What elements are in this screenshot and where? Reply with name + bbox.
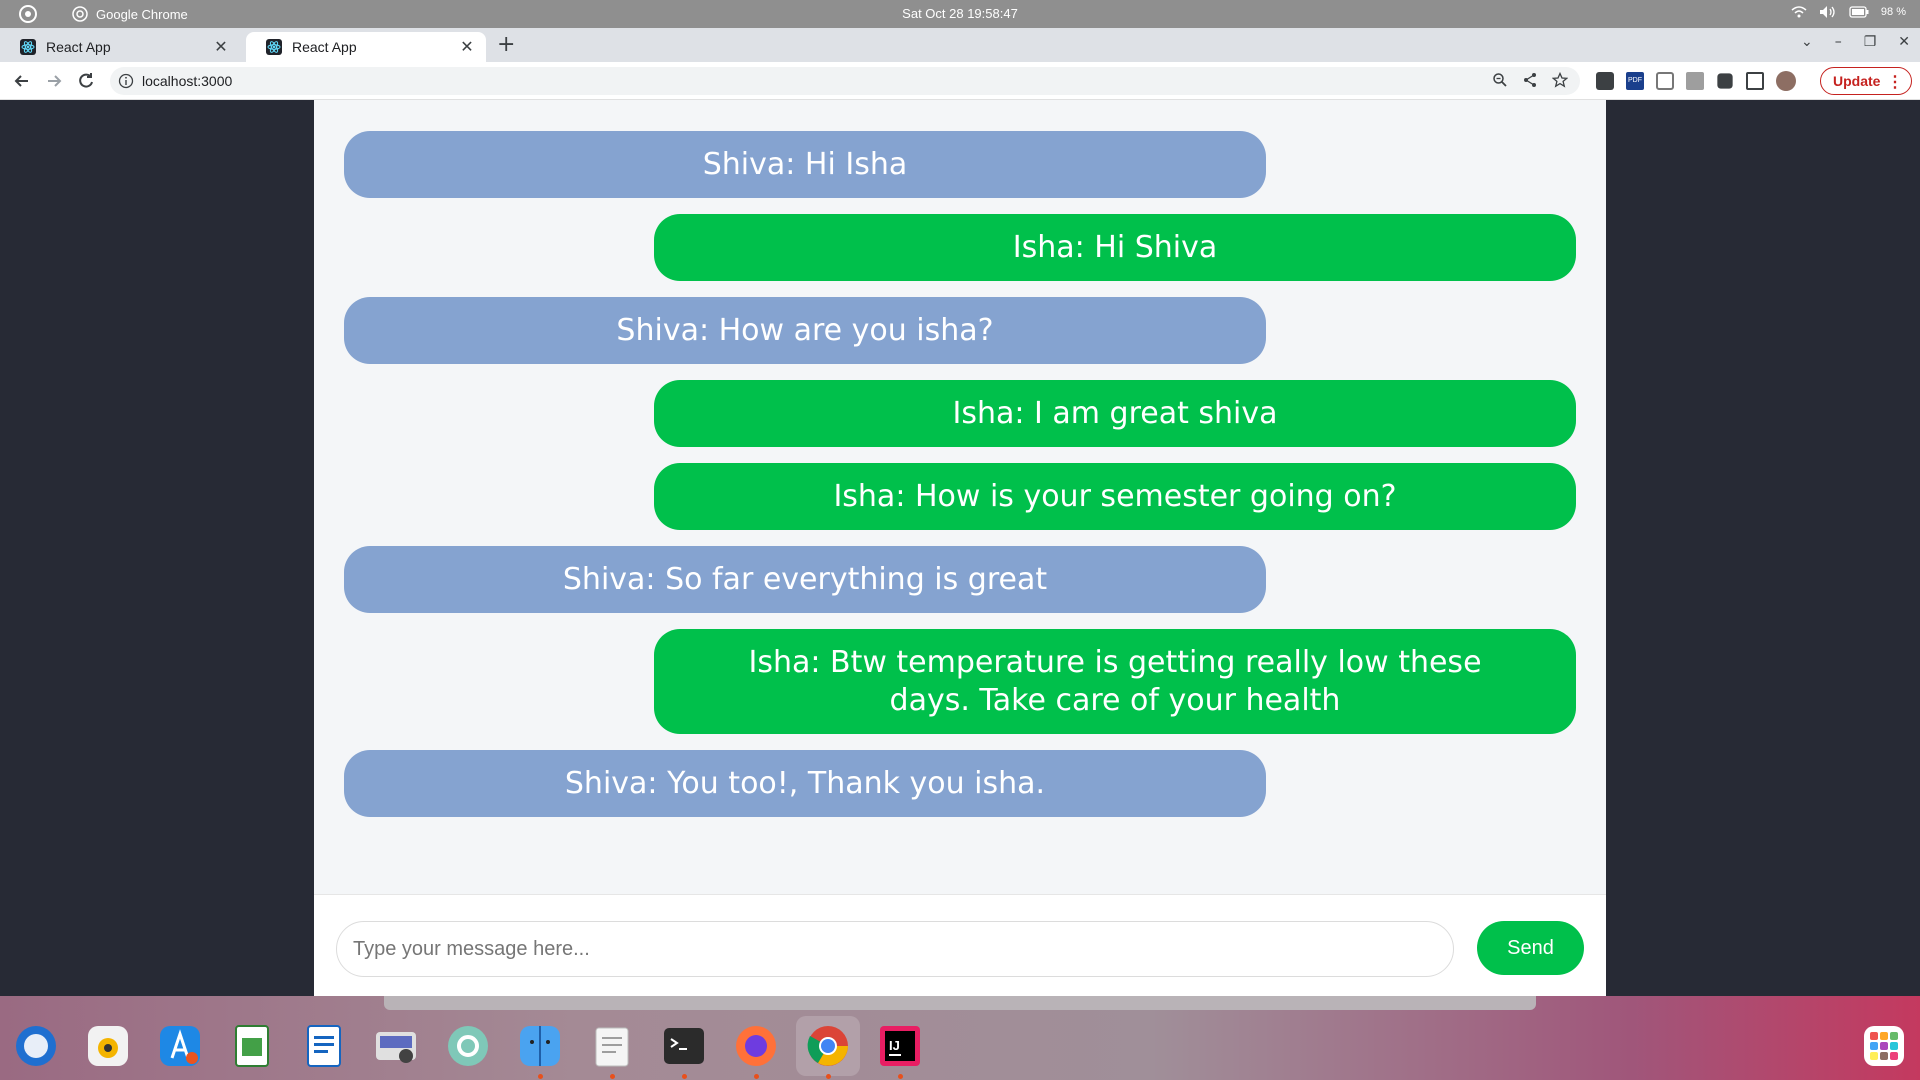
browser-tab-strip: React App ✕ React App ✕ + ⌄ – ❐ ✕ [0, 28, 1920, 62]
bookmark-star-icon[interactable] [1552, 72, 1568, 88]
app-center-icon[interactable] [156, 1022, 204, 1070]
svg-text:IJ: IJ [889, 1038, 900, 1053]
back-icon[interactable] [12, 71, 32, 91]
url-text: localhost:3000 [142, 73, 233, 89]
tab-title: React App [292, 39, 357, 55]
running-indicator [898, 1074, 903, 1079]
firefox-icon[interactable] [732, 1022, 780, 1070]
more-menu-icon[interactable]: ⋮ [1887, 72, 1903, 92]
update-button[interactable]: Update ⋮ [1820, 67, 1912, 95]
finder-icon[interactable] [516, 1022, 564, 1070]
send-button[interactable]: Send [1477, 921, 1584, 975]
screenshot-icon[interactable] [372, 1022, 420, 1070]
tab-title: React App [46, 39, 111, 55]
react-favicon-icon [266, 39, 282, 55]
edit-extension-icon[interactable] [1686, 72, 1704, 90]
system-clock[interactable]: Sat Oct 28 19:58:47 [0, 6, 1920, 21]
message-bubble-shiva: Shiva: Hi Isha [344, 131, 1266, 198]
forward-icon[interactable] [44, 71, 64, 91]
message-bubble-shiva: Shiva: How are you isha? [344, 297, 1266, 364]
restore-icon[interactable]: ❐ [1864, 34, 1877, 50]
message-list[interactable]: Shiva: Hi Isha Isha: Hi Shiva Shiva: How… [314, 100, 1606, 894]
running-indicator [754, 1074, 759, 1079]
zoom-icon[interactable] [1492, 72, 1508, 88]
camera-icon[interactable] [1656, 72, 1674, 90]
system-tray[interactable]: 98 % [1791, 5, 1906, 19]
minimize-icon[interactable]: – [1835, 34, 1842, 50]
side-panel-icon[interactable] [1746, 72, 1764, 90]
message-bubble-isha: Isha: I am great shiva [654, 380, 1576, 447]
running-indicator [682, 1074, 687, 1079]
battery-icon [1849, 6, 1869, 18]
tab-close-icon[interactable]: ✕ [458, 37, 476, 57]
extensions-puzzle-icon[interactable] [1717, 73, 1733, 89]
extensions-bar: PDF [1596, 71, 1796, 91]
tab-close-icon[interactable]: ✕ [212, 37, 230, 57]
wifi-icon [1791, 6, 1807, 18]
address-bar[interactable]: localhost:3000 [110, 67, 1580, 95]
message-bubble-shiva: Shiva: You too!, Thank you isha. [344, 750, 1266, 817]
thunderbird-icon[interactable] [12, 1022, 60, 1070]
browser-toolbar: localhost:3000 PDF Update ⋮ [0, 62, 1920, 100]
react-favicon-icon [20, 39, 36, 55]
window-controls: ⌄ – ❐ ✕ [1801, 34, 1910, 50]
running-indicator [538, 1074, 543, 1079]
chat-window: Shiva: Hi Isha Isha: Hi Shiva Shiva: How… [314, 100, 1606, 996]
volume-icon [1819, 6, 1835, 18]
intellij-icon[interactable]: IJ [876, 1022, 924, 1070]
omnibox-actions [1492, 72, 1568, 88]
extension-icon[interactable] [1596, 72, 1614, 90]
text-editor-icon[interactable] [588, 1022, 636, 1070]
running-indicator [610, 1074, 615, 1079]
tab-react-app-2[interactable]: React App ✕ [246, 32, 486, 62]
close-window-icon[interactable]: ✕ [1898, 34, 1910, 50]
document-viewer-icon[interactable] [300, 1022, 348, 1070]
horizontal-scrollbar[interactable] [384, 996, 1536, 1010]
profile-avatar[interactable] [1776, 71, 1796, 91]
message-bubble-isha: Isha: How is your semester going on? [654, 463, 1576, 530]
update-label: Update [1833, 73, 1881, 89]
message-bubble-shiva: Shiva: So far everything is great [344, 546, 1266, 613]
site-info-icon[interactable] [118, 73, 134, 89]
dock: IJ [0, 996, 1920, 1080]
message-bubble-isha: Isha: Hi Shiva [654, 214, 1576, 281]
terminal-icon[interactable] [660, 1022, 708, 1070]
message-bubble-isha: Isha: Btw temperature is getting really … [654, 629, 1576, 734]
help-icon[interactable] [444, 1022, 492, 1070]
page-viewport: Shiva: Hi Isha Isha: Hi Shiva Shiva: How… [0, 100, 1920, 996]
tab-search-icon[interactable]: ⌄ [1801, 34, 1813, 50]
battery-percent: 98 % [1880, 6, 1906, 18]
message-input[interactable] [336, 921, 1454, 977]
rhythmbox-icon[interactable] [84, 1022, 132, 1070]
running-indicator [826, 1074, 831, 1079]
message-composer: Send [314, 894, 1606, 996]
pdf-extension-icon[interactable]: PDF [1626, 72, 1644, 90]
reload-icon[interactable] [76, 71, 96, 91]
chrome-icon[interactable] [804, 1022, 852, 1070]
spreadsheet-icon[interactable] [228, 1022, 276, 1070]
system-top-bar: Google Chrome Sat Oct 28 19:58:47 98 % [0, 0, 1920, 28]
tab-react-app-1[interactable]: React App ✕ [0, 32, 240, 62]
share-icon[interactable] [1522, 72, 1538, 88]
app-grid-icon[interactable] [1860, 1022, 1908, 1070]
new-tab-icon[interactable]: + [497, 32, 515, 57]
